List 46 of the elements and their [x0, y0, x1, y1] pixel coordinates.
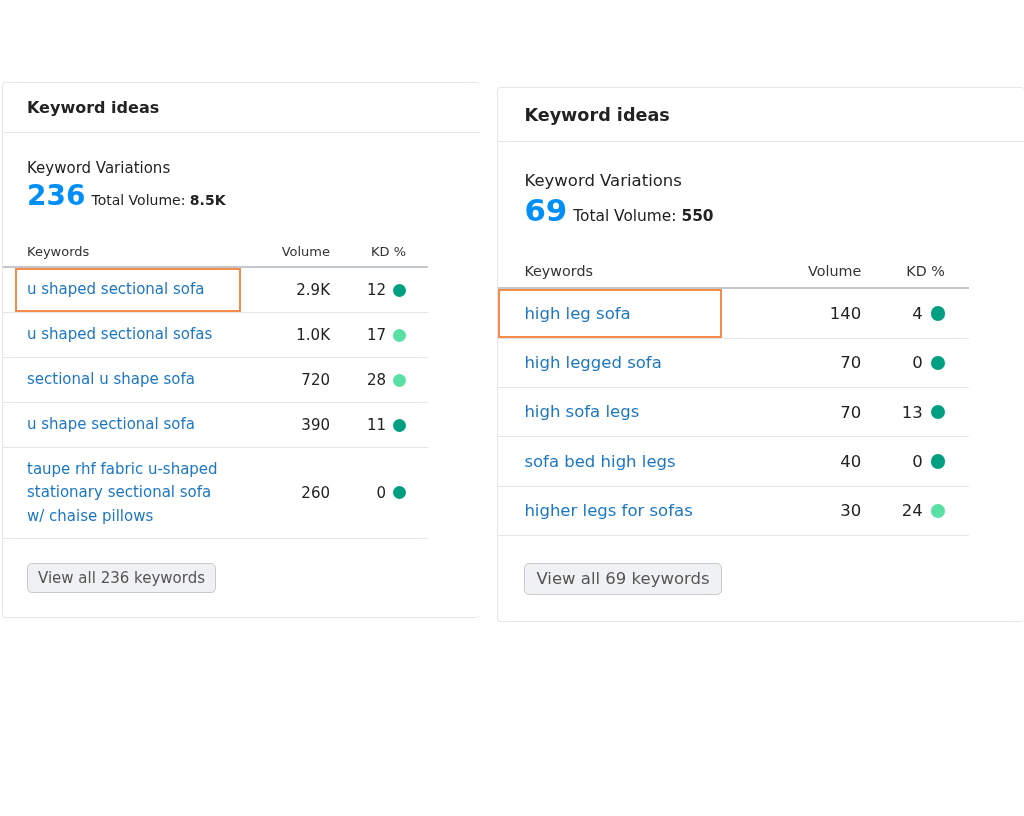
volume-value: 2.9K — [295, 281, 330, 299]
section-title: Keyword Variations — [26, 159, 172, 177]
kd-value: 13 — [901, 402, 923, 422]
volume-value: 390 — [300, 416, 330, 434]
kd-value: 4 — [912, 303, 923, 323]
kd-value: 24 — [901, 501, 923, 521]
total-volume: Total Volume: 550 — [573, 206, 714, 225]
keyword-link[interactable]: high sofa legs — [524, 399, 763, 425]
column-header: KD % — [905, 262, 945, 279]
section-title: Keyword Variations — [523, 170, 683, 190]
kd-value: 12 — [366, 281, 386, 299]
card-title: Keyword ideas — [3, 83, 480, 133]
volume-value: 70 — [839, 402, 862, 422]
column-header: Volume — [280, 243, 330, 259]
column-header: KD % — [369, 243, 406, 259]
keyword-link[interactable]: high leg sofa — [524, 300, 763, 327]
keyword-link[interactable]: sectional u shape sofa — [27, 368, 240, 392]
view-all-button[interactable]: View all 236 keywords — [27, 562, 216, 593]
column-header: Keywords — [524, 262, 594, 279]
kd-value: 11 — [366, 416, 386, 434]
kd-value: 0 — [912, 452, 923, 472]
card-title: Keyword ideas — [498, 88, 1024, 142]
kd-value: 28 — [366, 371, 386, 389]
volume-value: 40 — [839, 452, 862, 472]
volume-value: 140 — [828, 303, 862, 323]
view-all-button[interactable]: View all 69 keywords — [524, 562, 722, 595]
keyword-link[interactable]: high legged sofa — [524, 349, 763, 376]
volume-value: 1.0K — [295, 326, 330, 344]
kd-value: 0 — [912, 353, 923, 373]
keyword-link[interactable]: u shaped sectional sofas — [27, 323, 240, 347]
keyword-link[interactable]: sofa bed high legs — [524, 448, 763, 475]
column-header: Volume — [807, 262, 862, 279]
keyword-link[interactable]: higher legs for sofas — [524, 498, 763, 524]
total-volume: Total Volume: 8.5K — [91, 192, 226, 208]
keyword-link[interactable]: taupe rhf fabric u-shaped stationary sectional sofa w/ chaise pillows — [27, 458, 240, 528]
volume-value: 260 — [300, 483, 330, 502]
column-header: Keywords — [27, 243, 91, 259]
keyword-count: 236 — [27, 179, 86, 212]
keyword-link[interactable]: u shape sectional sofa — [27, 413, 240, 437]
volume-value: 720 — [300, 371, 330, 389]
keyword-count: 69 — [524, 191, 568, 228]
keyword-link[interactable]: u shaped sectional sofa — [27, 278, 240, 302]
kd-value: 17 — [366, 326, 386, 344]
volume-value: 70 — [839, 353, 862, 373]
kd-value: 0 — [376, 483, 386, 502]
volume-value: 30 — [839, 501, 862, 521]
